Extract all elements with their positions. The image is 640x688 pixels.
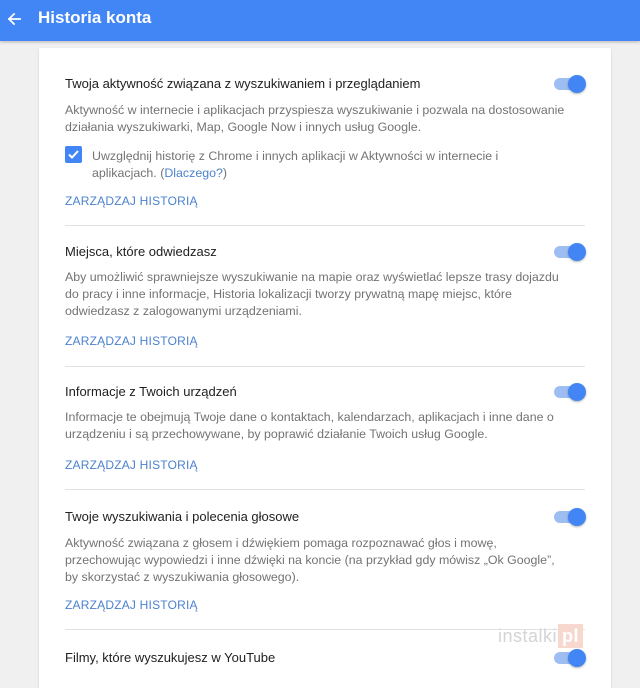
section-title: Twoje wyszukiwania i polecenia głosowe: [65, 509, 300, 524]
watermark-box: pl: [558, 624, 584, 648]
section-description: Aby umożliwić sprawniejsze wyszukiwanie …: [65, 270, 559, 318]
link-paren-close: ): [222, 166, 228, 180]
chrome-history-checkbox[interactable]: [65, 146, 82, 163]
arrow-left-icon[interactable]: [4, 8, 24, 30]
toggle-thumb: [568, 75, 586, 93]
manage-history-link[interactable]: ZARZĄDZAJ HISTORIĄ: [65, 598, 198, 612]
checkbox-label-container: Uwzględnij historię z Chrome i innych ap…: [92, 148, 562, 182]
places-toggle[interactable]: [553, 243, 587, 261]
divider: [65, 489, 585, 490]
section-title: Filmy, które wyszukujesz w YouTube: [65, 650, 276, 665]
web-activity-toggle[interactable]: [553, 75, 587, 93]
section-title: Twoja aktywność związana z wyszukiwaniem…: [65, 76, 421, 91]
section-description: Informacje te obejmują Twoje dane o kont…: [65, 410, 554, 441]
toggle-thumb: [568, 243, 586, 261]
manage-history-link[interactable]: ZARZĄDZAJ HISTORIĄ: [65, 458, 198, 472]
checkmark-icon: [68, 150, 79, 159]
page-title: Historia konta: [38, 8, 152, 27]
youtube-toggle[interactable]: [553, 649, 587, 667]
watermark-logo: instalki pl: [498, 624, 584, 648]
toggle-thumb: [568, 649, 586, 667]
manage-history-link[interactable]: ZARZĄDZAJ HISTORIĄ: [65, 334, 198, 348]
section-title: Informacje z Twoich urządzeń: [65, 384, 237, 399]
watermark-text: instalki: [498, 626, 558, 646]
divider: [65, 366, 585, 367]
divider: [65, 225, 585, 226]
section-description: Aktywność związana z głosem i dźwiękiem …: [65, 536, 555, 584]
checkbox-label: Uwzględnij historię z Chrome i innych ap…: [92, 149, 499, 180]
why-link[interactable]: Dlaczego?: [164, 166, 223, 180]
manage-history-link[interactable]: ZARZĄDZAJ HISTORIĄ: [65, 194, 198, 208]
devices-toggle[interactable]: [553, 383, 587, 401]
settings-card: Twoja aktywność związana z wyszukiwaniem…: [39, 48, 611, 688]
app-bar: Historia konta: [0, 0, 640, 41]
toggle-thumb: [568, 383, 586, 401]
voice-toggle[interactable]: [553, 508, 587, 526]
section-description: Aktywność w internecie i aplikacjach prz…: [65, 103, 565, 134]
section-title: Miejsca, które odwiedzasz: [65, 244, 217, 259]
toggle-thumb: [568, 508, 586, 526]
